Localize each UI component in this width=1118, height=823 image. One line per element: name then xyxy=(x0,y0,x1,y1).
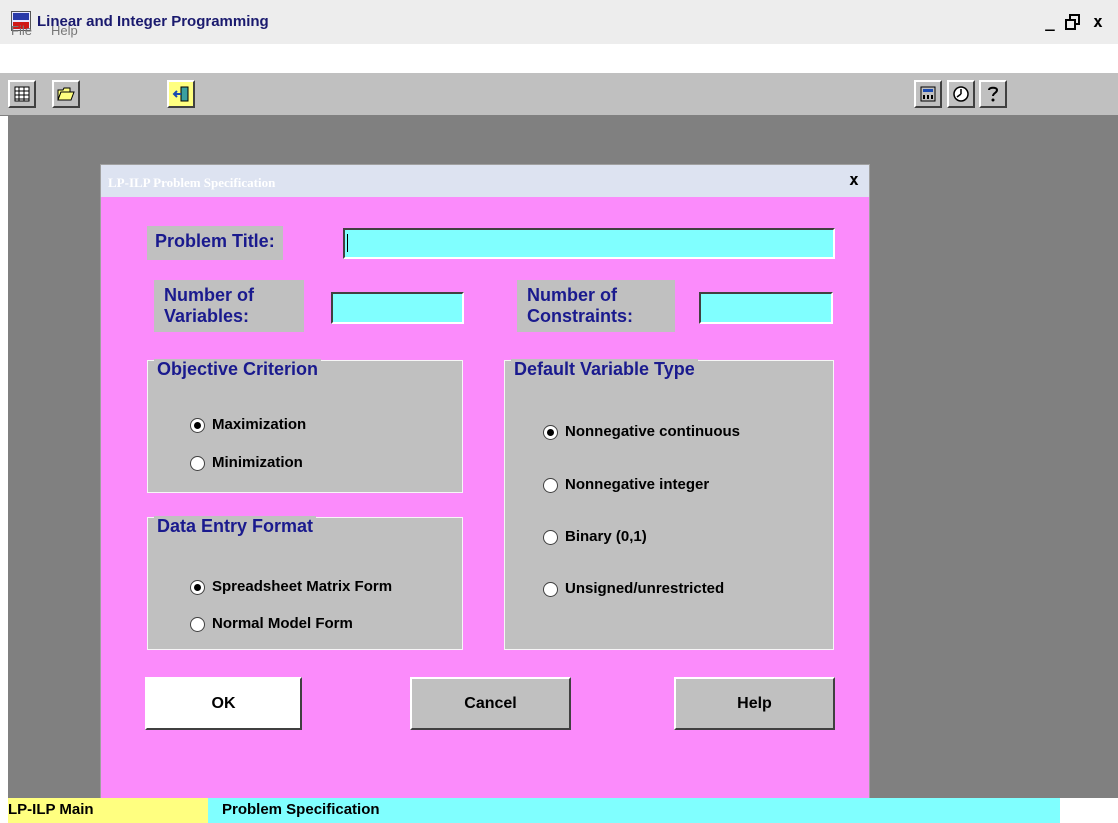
radio-nonnegative-integer-label: Nonnegative integer xyxy=(565,476,710,493)
radio-selected-icon xyxy=(543,425,558,440)
objective-criterion-title: Objective Criterion xyxy=(154,359,322,380)
num-constraints-label-line1: Number of xyxy=(527,285,617,305)
cancel-button[interactable]: Cancel xyxy=(410,677,571,730)
dialog-title-bar: LP-ILP Problem Specification x xyxy=(101,165,869,197)
default-variable-type-group: Default Variable Type Nonnegative contin… xyxy=(504,359,834,650)
dialog-close-button[interactable]: x xyxy=(845,169,863,191)
status-bar: LP-ILP Main Problem Specification xyxy=(0,798,1060,823)
open-file-button[interactable] xyxy=(52,80,80,108)
clock-button[interactable] xyxy=(947,80,975,108)
objective-criterion-group: Objective Criterion Maximization Minimiz… xyxy=(147,359,463,493)
num-constraints-label: Number of Constraints: xyxy=(517,280,675,332)
radio-unselected-icon xyxy=(543,530,558,545)
problem-title-input[interactable] xyxy=(343,228,835,259)
close-button[interactable]: x xyxy=(1088,12,1108,32)
minimize-button[interactable]: _ xyxy=(1040,12,1060,32)
radio-unselected-icon xyxy=(190,617,205,632)
status-module: LP-ILP Main xyxy=(8,798,208,823)
radio-selected-icon xyxy=(190,418,205,433)
radio-maximization-label: Maximization xyxy=(212,416,307,433)
problem-title-label: Problem Title: xyxy=(147,226,283,260)
menu-help[interactable]: Help xyxy=(51,23,78,38)
radio-unsigned-unrestricted-label: Unsigned/unrestricted xyxy=(565,580,725,597)
title-bar: Linear and Integer Programming _ x File … xyxy=(0,0,1118,44)
radio-normal-model-form-label: Normal Model Form xyxy=(212,615,353,632)
problem-spec-dialog: LP-ILP Problem Specification x Problem T… xyxy=(100,164,870,818)
num-variables-input[interactable] xyxy=(331,292,464,324)
num-variables-label-line2: Variables: xyxy=(164,306,250,326)
radio-unselected-icon xyxy=(543,478,558,493)
text-caret xyxy=(347,234,348,252)
radio-unselected-icon xyxy=(543,582,558,597)
calculator-icon xyxy=(920,86,936,102)
radio-minimization-label: Minimization xyxy=(212,454,303,471)
help-button[interactable]: Help xyxy=(674,677,835,730)
dialog-title: LP-ILP Problem Specification xyxy=(108,175,276,190)
radio-selected-icon xyxy=(190,580,205,595)
restore-icon xyxy=(1065,14,1080,30)
num-constraints-input[interactable] xyxy=(699,292,833,324)
calculator-button[interactable] xyxy=(914,80,942,108)
default-variable-type-title: Default Variable Type xyxy=(511,359,698,380)
data-entry-format-title: Data Entry Format xyxy=(154,516,317,537)
clock-icon xyxy=(953,86,969,102)
radio-nonnegative-continuous-label: Nonnegative continuous xyxy=(565,423,741,440)
exit-door-icon xyxy=(172,86,189,102)
radio-unselected-icon xyxy=(190,456,205,471)
help-question-icon xyxy=(988,86,999,102)
toolbar xyxy=(0,72,1118,116)
data-entry-format-group: Data Entry Format Spreadsheet Matrix For… xyxy=(147,516,463,650)
help-button-toolbar[interactable] xyxy=(979,80,1007,108)
restore-button[interactable] xyxy=(1063,12,1083,32)
status-current-screen: Problem Specification xyxy=(208,798,1060,823)
num-constraints-label-line2: Constraints: xyxy=(527,306,634,326)
radio-spreadsheet-matrix-form-label: Spreadsheet Matrix Form xyxy=(212,578,393,595)
menu-file[interactable]: File xyxy=(11,23,32,38)
num-variables-label: Number of Variables: xyxy=(154,280,304,332)
spreadsheet-button[interactable] xyxy=(8,80,36,108)
num-variables-label-line1: Number of xyxy=(164,285,254,305)
ok-button[interactable]: OK xyxy=(145,677,302,730)
open-folder-icon xyxy=(57,87,75,101)
exit-button[interactable] xyxy=(167,80,195,108)
radio-binary-label: Binary (0,1) xyxy=(565,528,647,545)
spreadsheet-icon xyxy=(14,86,30,102)
